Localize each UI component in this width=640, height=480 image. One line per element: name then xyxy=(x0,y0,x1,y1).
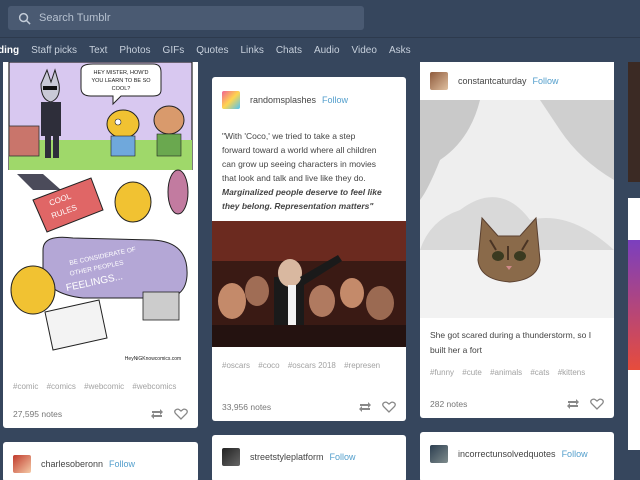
notes-count[interactable]: 282 notes xyxy=(430,399,467,409)
post-constantcaturday: constantcaturday Follow She got scared d… xyxy=(420,62,614,418)
post-header: randomsplashes Follow xyxy=(212,77,406,123)
partial-column-card xyxy=(628,240,640,370)
reblog-icon[interactable] xyxy=(566,398,580,410)
post-header: incorrectunsolvedquotes Follow xyxy=(420,432,614,476)
quote-bold-line: Marginalized people deserve to feel like xyxy=(222,187,382,197)
tag[interactable]: #comics xyxy=(47,382,76,391)
notes-count[interactable]: 33,956 notes xyxy=(222,402,271,412)
like-icon[interactable] xyxy=(382,401,396,413)
tab-asks[interactable]: Asks xyxy=(389,45,411,56)
search-icon xyxy=(18,12,31,25)
post-tags: #comic #comics #webcomic #webcomics xyxy=(3,382,198,391)
explore-nav: ding Staff picks Text Photos GIFs Quotes… xyxy=(0,38,640,62)
blog-name[interactable]: constantcaturday xyxy=(458,76,527,86)
follow-button[interactable]: Follow xyxy=(533,76,559,86)
quote-line: forward toward a world where all childre… xyxy=(222,145,377,155)
tab-chats[interactable]: Chats xyxy=(276,45,302,56)
post-caption: She got scared during a thunderstorm, so… xyxy=(420,318,614,358)
top-bar xyxy=(0,0,640,38)
follow-button[interactable]: Follow xyxy=(330,452,356,462)
speech-line-1: HEY MISTER, HOW'D xyxy=(93,70,148,76)
post-footer: 27,595 notes xyxy=(3,400,198,428)
avatar[interactable] xyxy=(430,445,448,463)
tag[interactable]: #animals xyxy=(490,368,522,377)
post-tags: #funny #cute #animals #cats #kittens xyxy=(420,368,614,377)
search-input[interactable] xyxy=(39,12,339,24)
speech-line-2: YOU LEARN TO BE SO xyxy=(91,78,151,84)
like-icon[interactable] xyxy=(174,408,188,420)
quote-text: "With 'Coco,' we tried to take a step fo… xyxy=(212,123,406,213)
post-header: streetstyleplatform Follow xyxy=(212,435,406,479)
tag[interactable]: #webcomic xyxy=(84,382,124,391)
post-footer: 33,956 notes xyxy=(212,393,406,421)
quote-line: "With 'Coco,' we tried to take a step xyxy=(222,131,356,141)
avatar[interactable] xyxy=(222,91,240,109)
quote-line: can grow up seeing characters in movies xyxy=(222,159,377,169)
search-box[interactable] xyxy=(8,6,364,30)
tag[interactable]: #comic xyxy=(13,382,38,391)
tab-trending[interactable]: ding xyxy=(0,45,19,56)
like-icon[interactable] xyxy=(590,398,604,410)
tab-video[interactable]: Video xyxy=(352,45,377,56)
avatar[interactable] xyxy=(222,448,240,466)
speech-line-3: COOL? xyxy=(112,86,131,92)
tag[interactable]: #kittens xyxy=(558,368,586,377)
avatar[interactable] xyxy=(13,455,31,473)
reblog-icon[interactable] xyxy=(358,401,372,413)
oscars-photo[interactable] xyxy=(212,221,406,347)
tag[interactable]: #coco xyxy=(258,361,279,370)
blog-name[interactable]: incorrectunsolvedquotes xyxy=(458,449,556,459)
quote-line: that look and talk and live like they do… xyxy=(222,173,366,183)
tab-links[interactable]: Links xyxy=(240,45,263,56)
caption-line: She got scared during a thunderstorm, so… xyxy=(430,330,592,340)
tag[interactable]: #cute xyxy=(462,368,482,377)
notes-count[interactable]: 27,595 notes xyxy=(13,409,62,419)
tag[interactable]: #cats xyxy=(530,368,549,377)
blog-name[interactable]: charlesoberonn xyxy=(41,459,103,469)
tab-gifs[interactable]: GIFs xyxy=(163,45,185,56)
tab-text[interactable]: Text xyxy=(89,45,107,56)
tag[interactable]: #represen xyxy=(344,361,380,370)
blog-name[interactable]: streetstyleplatform xyxy=(250,452,324,462)
quote-bold-line: they belong. Representation matters" xyxy=(222,201,374,211)
blog-name[interactable]: randomsplashes xyxy=(250,95,316,105)
comic-image[interactable]: HEY MISTER, HOW'D YOU LEARN TO BE SO COO… xyxy=(3,62,198,372)
post-charlesoberonn: charlesoberonn Follow xyxy=(3,442,198,480)
partial-column-card xyxy=(628,62,640,182)
tag[interactable]: #oscars xyxy=(222,361,250,370)
post-randomsplashes: randomsplashes Follow "With 'Coco,' we t… xyxy=(212,77,406,421)
caption-line: built her a fort xyxy=(430,345,482,355)
avatar[interactable] xyxy=(430,72,448,90)
follow-button[interactable]: Follow xyxy=(322,95,348,105)
post-header: constantcaturday Follow xyxy=(420,62,614,100)
tab-photos[interactable]: Photos xyxy=(119,45,150,56)
tag[interactable]: #oscars 2018 xyxy=(288,361,336,370)
post-tags: #oscars #coco #oscars 2018 #represen xyxy=(212,361,406,370)
post-header: charlesoberonn Follow xyxy=(3,442,198,480)
comic-signature: HeyNiGKnowcomics.com xyxy=(125,356,181,362)
cat-fort-photo[interactable] xyxy=(420,100,614,318)
follow-button[interactable]: Follow xyxy=(562,449,588,459)
tab-quotes[interactable]: Quotes xyxy=(196,45,228,56)
tag[interactable]: #webcomics xyxy=(132,382,176,391)
post-incorrectunsolvedquotes: incorrectunsolvedquotes Follow xyxy=(420,432,614,480)
post-comic: HEY MISTER, HOW'D YOU LEARN TO BE SO COO… xyxy=(3,62,198,428)
tab-audio[interactable]: Audio xyxy=(314,45,340,56)
follow-button[interactable]: Follow xyxy=(109,459,135,469)
post-footer: 282 notes xyxy=(420,390,614,418)
tab-staff-picks[interactable]: Staff picks xyxy=(31,45,77,56)
reblog-icon[interactable] xyxy=(150,408,164,420)
tag[interactable]: #funny xyxy=(430,368,454,377)
post-streetstyleplatform: streetstyleplatform Follow xyxy=(212,435,406,480)
